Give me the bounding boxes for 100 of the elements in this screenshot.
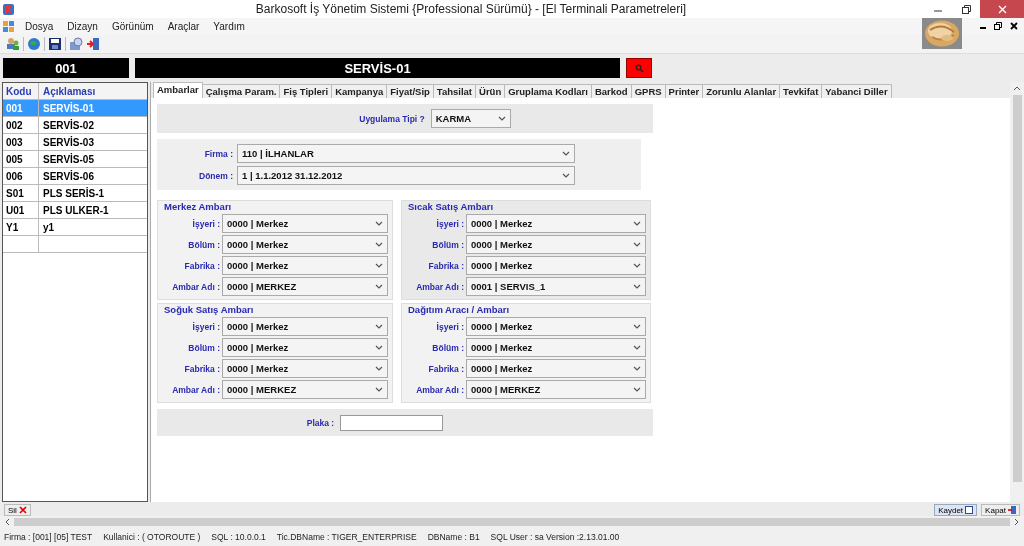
dropdown[interactable]: 0000 | MERKEZ xyxy=(466,380,646,399)
scroll-left-icon[interactable] xyxy=(4,518,10,526)
tab[interactable]: Tevkifat xyxy=(779,84,823,98)
save-icon xyxy=(965,506,974,514)
table-cell[interactable]: 002 xyxy=(3,117,39,133)
table-cell[interactable]: SERVİS-06 xyxy=(39,168,147,184)
dropdown[interactable]: 0001 | SERVIS_1 xyxy=(466,277,646,296)
dropdown[interactable]: 0000 | MERKEZ xyxy=(222,380,388,399)
exit-icon[interactable] xyxy=(86,36,100,51)
group-title: Soğuk Satış Ambarı xyxy=(164,304,255,315)
table-cell[interactable]: y1 xyxy=(39,219,147,235)
caret-icon xyxy=(633,387,641,392)
menu-item[interactable]: Görünüm xyxy=(111,20,154,32)
dropdown[interactable]: 0000 | Merkez xyxy=(222,256,388,275)
caret-icon xyxy=(633,242,641,247)
dropdown[interactable]: 0000 | Merkez xyxy=(466,359,646,378)
caret-icon xyxy=(633,284,641,289)
menu-item[interactable]: Dosya xyxy=(25,20,54,32)
dropdown[interactable]: 1 | 1.1.2012 31.12.2012 xyxy=(237,166,575,185)
table-cell[interactable]: SERVİS-02 xyxy=(39,117,147,133)
dropdown[interactable]: 0000 | Merkez xyxy=(222,338,388,357)
window-title: Barkosoft İş Yönetim Sistemi {Professional Sürümü} - [El Terminali Parametreleri] xyxy=(254,2,688,16)
search-icon xyxy=(634,63,644,73)
dropdown[interactable]: 110 | İLHANLAR xyxy=(237,144,575,163)
table-cell[interactable]: PLS SERİS-1 xyxy=(39,185,147,201)
dropdown[interactable]: 0000 | Merkez xyxy=(222,317,388,336)
table-cell[interactable]: 005 xyxy=(3,151,39,167)
field-label: Bölüm : xyxy=(187,342,220,353)
tab[interactable]: Gruplama Kodları xyxy=(504,84,592,98)
dropdown[interactable]: 0000 | Merkez xyxy=(466,338,646,357)
column-header[interactable]: Açıklaması xyxy=(39,83,147,99)
caret-icon xyxy=(562,173,570,178)
caret-icon xyxy=(375,263,383,268)
field-label: Fabrika : xyxy=(183,363,220,374)
menu-item[interactable]: Yardım xyxy=(213,20,245,32)
close-icon[interactable] xyxy=(1010,22,1018,30)
dropdown[interactable]: 0000 | Merkez xyxy=(466,317,646,336)
field-label: Ambar Adı : xyxy=(415,281,464,292)
dropdown[interactable]: 0000 | Merkez xyxy=(222,359,388,378)
caret-icon xyxy=(375,387,383,392)
status-text: Tic.DBName : TIGER_ENTERPRISE xyxy=(276,532,417,542)
table-cell[interactable]: 003 xyxy=(3,134,39,150)
table-cell[interactable]: S01 xyxy=(3,185,39,201)
scroll-right-icon[interactable] xyxy=(1014,518,1020,526)
tab[interactable]: Tahsilat xyxy=(432,84,477,98)
dropdown[interactable]: 0000 | Merkez xyxy=(466,256,646,275)
tab[interactable]: Ürün xyxy=(475,84,506,98)
window-menu-icon[interactable] xyxy=(3,20,14,32)
action-button[interactable]: Sil xyxy=(4,504,31,516)
scroll-up-icon[interactable] xyxy=(1013,85,1021,91)
tab[interactable]: Barkod xyxy=(590,84,632,98)
field-label: Uygulama Tipi ? xyxy=(359,113,425,124)
vertical-scrollbar[interactable] xyxy=(1010,82,1024,502)
table-cell[interactable]: 006 xyxy=(3,168,39,184)
field-label: Dönem : xyxy=(198,170,233,181)
record-name: SERVİS-01 xyxy=(135,58,620,78)
caret-icon xyxy=(375,345,383,350)
globe-icon[interactable] xyxy=(27,36,41,51)
dropdown[interactable]: 0000 | MERKEZ xyxy=(222,277,388,296)
tab[interactable]: Printer xyxy=(664,84,704,98)
action-button[interactable]: Kaydet xyxy=(934,504,978,516)
search-button[interactable] xyxy=(626,58,652,78)
tab[interactable]: Çalışma Param. xyxy=(201,84,281,98)
horizontal-scrollbar[interactable] xyxy=(0,516,1024,528)
dropdown[interactable]: 0000 | Merkez xyxy=(466,235,646,254)
action-button[interactable]: Kapat xyxy=(981,504,1020,516)
table-cell[interactable]: SERVİS-03 xyxy=(39,134,147,150)
restore-icon[interactable] xyxy=(994,22,1002,30)
tab[interactable]: Yabanci Diller xyxy=(821,84,892,98)
table-cell[interactable]: SERVİS-05 xyxy=(39,151,147,167)
caret-icon xyxy=(633,345,641,350)
tab[interactable]: Fiyat/Sip xyxy=(386,84,434,98)
menu-item[interactable]: Araçlar xyxy=(167,20,200,32)
input-field[interactable] xyxy=(340,414,444,431)
dropdown[interactable]: 0000 | Merkez xyxy=(222,214,388,233)
tab[interactable]: Zorunlu Alanlar xyxy=(702,84,781,98)
caret-icon xyxy=(633,324,641,329)
caret-icon xyxy=(375,284,383,289)
tab[interactable]: Kampanya xyxy=(331,84,388,98)
status-text: SQL User : sa Version :2.13.01.00 xyxy=(490,532,620,542)
caret-icon xyxy=(375,324,383,329)
caret-icon xyxy=(497,116,506,121)
users-icon[interactable] xyxy=(6,36,20,51)
field-label: Fabrika : xyxy=(427,363,464,374)
tab[interactable]: Ambarlar xyxy=(153,82,203,98)
table-cell[interactable]: U01 xyxy=(3,202,39,218)
dropdown[interactable]: 0000 | Merkez xyxy=(466,214,646,233)
menu-item[interactable]: Dizayn xyxy=(67,20,98,32)
dropdown[interactable]: KARMA xyxy=(430,109,511,128)
app-logo-icon xyxy=(3,3,14,15)
column-header[interactable]: Kodu xyxy=(3,83,39,99)
table-cell[interactable]: PLS ULKER-1 xyxy=(39,202,147,218)
tab[interactable]: GPRS xyxy=(630,84,666,98)
table-cell[interactable]: Y1 xyxy=(3,219,39,235)
status-text: DBName : B1 xyxy=(427,532,480,542)
dropdown[interactable]: 0000 | Merkez xyxy=(222,235,388,254)
save-icon[interactable] xyxy=(48,36,62,51)
field-label: İşyeri : xyxy=(191,218,220,229)
caret-icon xyxy=(633,263,641,268)
tab[interactable]: Fiş Tipleri xyxy=(279,84,333,98)
